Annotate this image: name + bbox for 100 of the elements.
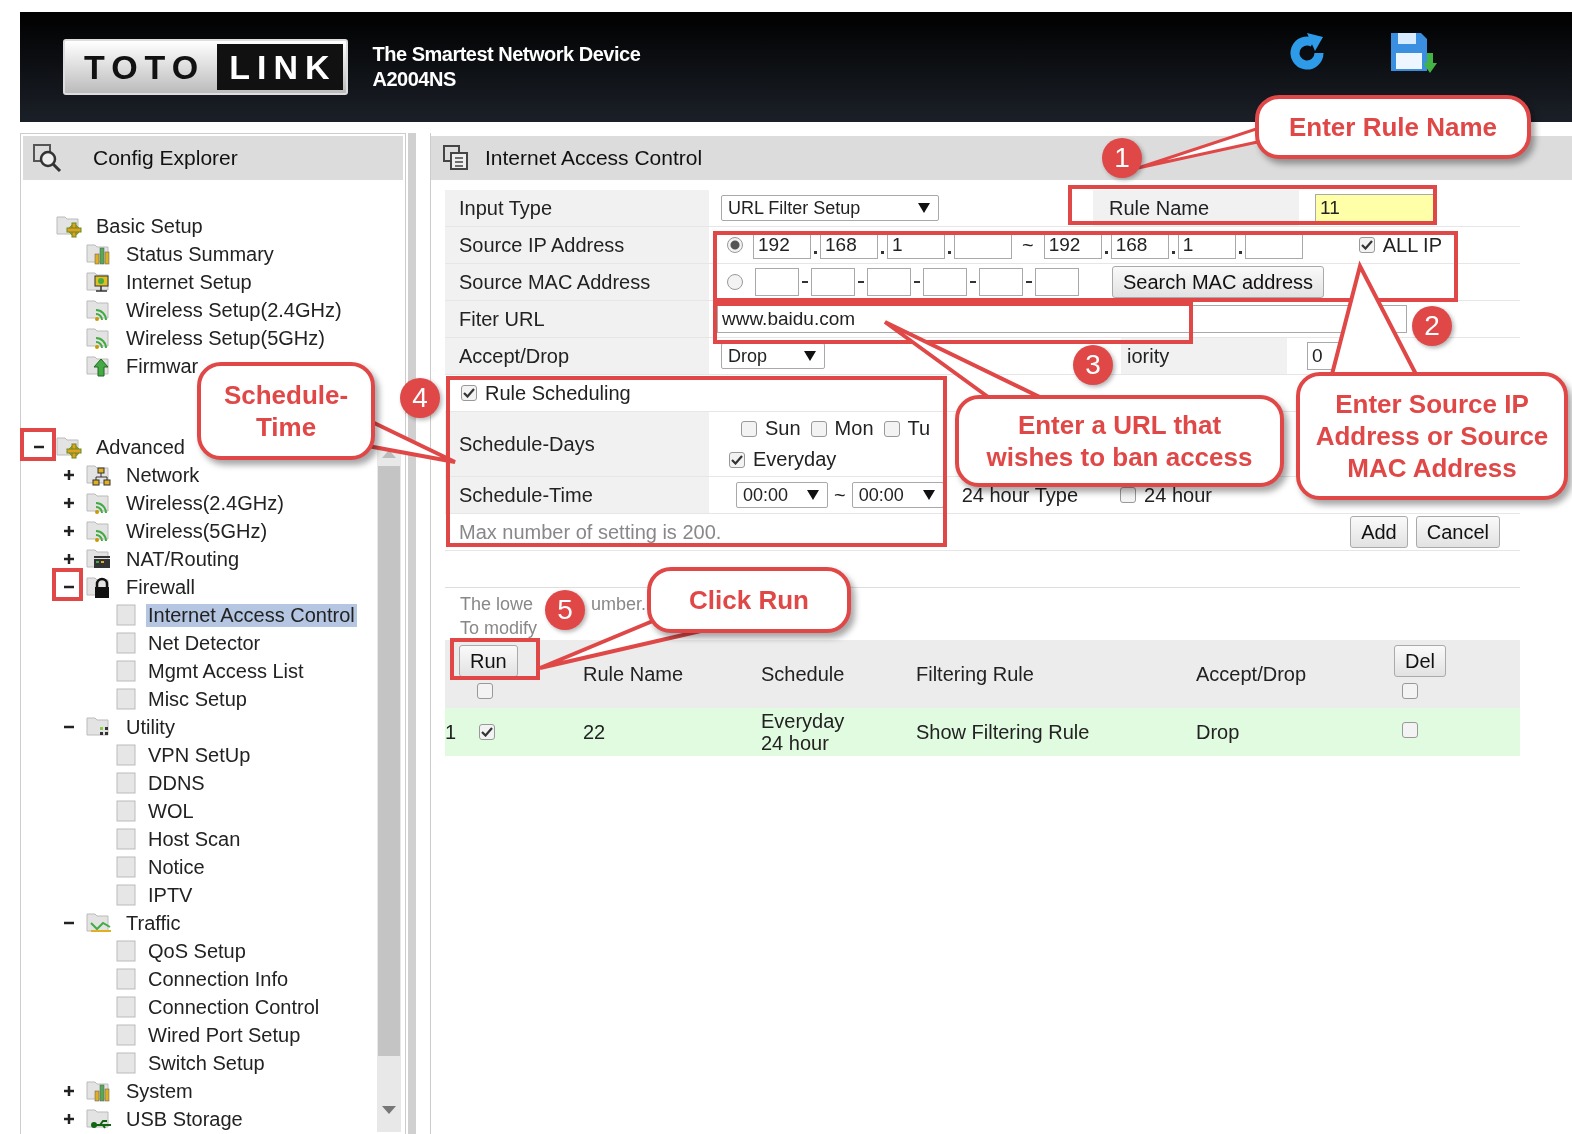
scroll-down-icon[interactable] <box>382 1106 396 1116</box>
checkbox[interactable] <box>810 420 827 437</box>
step-number: 5 <box>545 590 585 630</box>
checkbox[interactable] <box>741 420 757 437</box>
checkbox[interactable] <box>1402 722 1418 738</box>
checkbox[interactable] <box>883 420 900 437</box>
expand-icon[interactable] <box>63 469 75 481</box>
expand-icon[interactable] <box>63 525 75 537</box>
gear-folder-icon <box>56 435 84 459</box>
field-label: Schedule-Days <box>445 412 709 476</box>
tree-item[interactable]: VPN SetUp <box>146 743 253 767</box>
page-icon <box>116 744 136 766</box>
tree-item[interactable]: Switch Setup <box>146 1051 267 1075</box>
mac-octet-field[interactable] <box>923 268 967 296</box>
caret-icon <box>918 203 930 213</box>
note-text: umber. <box>591 593 647 615</box>
checkbox[interactable] <box>477 683 493 699</box>
tree-item[interactable]: Firewall <box>124 575 197 599</box>
caret-icon <box>804 351 816 361</box>
tree-item[interactable]: Basic Setup <box>94 214 205 238</box>
page-icon <box>116 772 136 794</box>
tree-item[interactable]: Wireless(2.4GHz) <box>124 491 286 515</box>
tree-item[interactable]: IPTV <box>146 883 195 907</box>
tree-item[interactable]: Wireless Setup(2.4GHz) <box>124 298 344 322</box>
tree-item[interactable]: Internet Access Control <box>146 603 357 627</box>
checkbox[interactable] <box>729 451 745 468</box>
mac-octet-field[interactable] <box>811 268 855 296</box>
radio-button[interactable] <box>727 274 743 290</box>
tree-item[interactable]: Wired Port Setup <box>146 1023 303 1047</box>
save-icon[interactable] <box>1389 31 1437 75</box>
step-number: 4 <box>400 378 440 418</box>
note-text: To modify <box>460 617 538 639</box>
tree-item[interactable]: Net Detector <box>146 631 263 655</box>
tree-item[interactable]: QoS Setup <box>146 939 248 963</box>
checkbox-label: Sun <box>765 417 801 440</box>
tree-item[interactable]: Connection Info <box>146 967 291 991</box>
run-button[interactable]: Run <box>459 645 518 677</box>
network-icon <box>86 463 114 487</box>
gear-folder-icon <box>56 214 84 238</box>
select-field[interactable]: URL Filter Setup <box>721 195 939 221</box>
checkbox[interactable] <box>1358 237 1375 253</box>
tree-item[interactable]: Advanced <box>94 435 187 459</box>
tree-item[interactable]: Host Scan <box>146 827 243 851</box>
brand-logo: TOTO LINK <box>63 39 348 95</box>
column-header: Schedule <box>761 663 846 685</box>
page-icon <box>116 940 136 962</box>
page-icon <box>116 996 136 1018</box>
page-icon <box>116 632 136 654</box>
cancel-button[interactable]: Cancel <box>1415 516 1500 548</box>
tree-item[interactable]: WOL <box>146 799 196 823</box>
checkbox[interactable] <box>461 385 477 401</box>
time-select[interactable]: 00:00 <box>736 482 828 508</box>
tree-item[interactable]: Utility <box>124 715 177 739</box>
table-cell-text: Everyday 24 hour <box>761 710 846 754</box>
column-header: Accept/Drop <box>1196 663 1308 685</box>
tree-item[interactable]: Connection Control <box>146 995 322 1019</box>
page-icon <box>116 828 136 850</box>
caret-icon <box>807 490 819 500</box>
expand-icon[interactable] <box>63 553 75 565</box>
usb-icon <box>86 1107 114 1131</box>
expand-icon[interactable] <box>63 497 75 509</box>
table-cell-text: Show Filtering Rule <box>916 721 1091 743</box>
mac-octet-field[interactable] <box>755 268 799 296</box>
tree-item[interactable]: Notice <box>146 855 207 879</box>
expand-icon[interactable] <box>63 1085 75 1097</box>
highlight-frame <box>52 568 83 601</box>
tree-item[interactable]: System <box>124 1079 195 1103</box>
search-mac-button[interactable]: Search MAC address <box>1112 266 1325 298</box>
window-icon <box>443 145 469 171</box>
page-icon <box>116 968 136 990</box>
tree-item[interactable]: Wireless Setup(5GHz) <box>124 326 327 350</box>
tree-item[interactable]: Mgmt Access List <box>146 659 306 683</box>
checkbox[interactable] <box>479 724 495 740</box>
max-note: Max number of setting is 200. <box>459 520 722 544</box>
checkbox[interactable] <box>1120 487 1137 503</box>
mac-octet-field[interactable] <box>1035 268 1079 296</box>
input-field[interactable]: 11 <box>1315 194 1435 222</box>
callout-note: Schedule-Time <box>197 362 375 460</box>
tree-item[interactable]: Internet Setup <box>124 270 254 294</box>
tree-item[interactable]: Wireless(5GHz) <box>124 519 270 543</box>
caret-icon <box>922 490 935 500</box>
tagline: The Smartest Network Device <box>372 42 641 67</box>
select-field[interactable]: Drop <box>721 343 825 369</box>
mac-octet-field[interactable] <box>867 268 911 296</box>
checkbox-label: Mon <box>834 417 874 440</box>
time-select[interactable]: 00:00 <box>851 482 944 508</box>
delete-button[interactable]: Del <box>1394 645 1446 677</box>
mac-octet-field[interactable] <box>979 268 1023 296</box>
tree-item[interactable]: Network <box>124 463 202 487</box>
tree-item[interactable]: DDNS <box>146 771 207 795</box>
expand-icon[interactable] <box>63 1113 75 1125</box>
tree-item[interactable]: NAT/Routing <box>124 547 241 571</box>
add-button[interactable]: Add <box>1350 516 1408 548</box>
tree-item[interactable]: Traffic <box>124 911 183 935</box>
radio-button[interactable] <box>727 237 743 253</box>
tree-item[interactable]: Status Summary <box>124 242 276 266</box>
page-icon <box>116 660 136 682</box>
tree-item[interactable]: USB Storage <box>124 1107 245 1131</box>
checkbox[interactable] <box>1402 683 1418 699</box>
tree-item[interactable]: Misc Setup <box>146 687 249 711</box>
